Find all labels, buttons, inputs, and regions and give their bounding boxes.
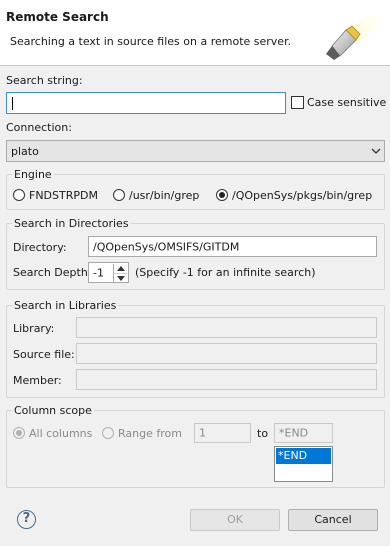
range-to-label: to bbox=[257, 427, 269, 440]
libraries-legend: Search in Libraries bbox=[12, 299, 119, 312]
caret-up-icon bbox=[117, 266, 125, 271]
ok-button[interactable]: OK bbox=[190, 509, 280, 531]
all-columns-radio[interactable] bbox=[13, 427, 25, 439]
search-depth-label: Search Depth bbox=[13, 266, 88, 279]
engine-legend: Engine bbox=[12, 168, 54, 181]
engine-option-fndstrpdm-label: FNDSTRPDM bbox=[29, 189, 98, 202]
library-input[interactable] bbox=[76, 317, 377, 338]
dialog-subtitle: Searching a text in source files on a re… bbox=[10, 35, 292, 48]
dialog-title: Remote Search bbox=[6, 10, 109, 24]
range-from-radio[interactable] bbox=[102, 427, 114, 439]
source-file-input[interactable] bbox=[76, 343, 377, 364]
case-sensitive-checkbox[interactable] bbox=[291, 96, 304, 109]
source-file-label: Source file: bbox=[13, 348, 75, 361]
engine-option-usr-bin-grep-label: /usr/bin/grep bbox=[129, 189, 200, 202]
range-to-input[interactable]: *END bbox=[274, 423, 333, 443]
search-string-label: Search string: bbox=[6, 74, 83, 87]
connection-label: Connection: bbox=[6, 121, 72, 134]
member-input[interactable] bbox=[76, 369, 377, 390]
engine-radio-qopensys-grep[interactable] bbox=[216, 189, 228, 201]
column-scope-legend: Column scope bbox=[12, 404, 94, 417]
case-sensitive-label: Case sensitive bbox=[307, 96, 387, 109]
library-label: Library: bbox=[13, 322, 55, 335]
spinner-up-button[interactable] bbox=[113, 264, 127, 273]
directories-legend: Search in Directories bbox=[12, 217, 131, 230]
all-columns-label: All columns bbox=[29, 427, 93, 440]
engine-radio-usr-bin-grep[interactable] bbox=[113, 189, 125, 201]
help-icon[interactable]: ? bbox=[17, 510, 36, 529]
text-cursor bbox=[12, 97, 13, 110]
directory-input[interactable]: /QOpenSys/OMSIFS/GITDM bbox=[88, 236, 377, 257]
directory-label: Directory: bbox=[13, 241, 67, 254]
connection-select[interactable]: plato bbox=[6, 140, 385, 162]
connection-value: plato bbox=[11, 145, 39, 158]
search-string-input[interactable] bbox=[6, 92, 286, 114]
caret-down-icon bbox=[117, 276, 125, 281]
range-from-input[interactable]: 1 bbox=[194, 423, 251, 443]
range-to-dropdown-list[interactable]: *END bbox=[274, 446, 333, 482]
search-depth-spinner[interactable]: -1 bbox=[88, 262, 129, 283]
engine-radio-fndstrpdm[interactable] bbox=[13, 189, 25, 201]
cancel-button[interactable]: Cancel bbox=[288, 509, 378, 531]
chevron-down-icon bbox=[371, 148, 381, 154]
member-label: Member: bbox=[13, 374, 62, 387]
dropdown-option-end[interactable]: *END bbox=[276, 448, 331, 464]
range-from-label: Range from bbox=[118, 427, 182, 440]
flashlight-icon bbox=[326, 4, 384, 60]
spinner-down-button[interactable] bbox=[113, 273, 127, 282]
search-depth-hint: (Specify -1 for an infinite search) bbox=[135, 266, 316, 279]
engine-option-qopensys-grep-label: /QOpenSys/pkgs/bin/grep bbox=[232, 189, 373, 202]
